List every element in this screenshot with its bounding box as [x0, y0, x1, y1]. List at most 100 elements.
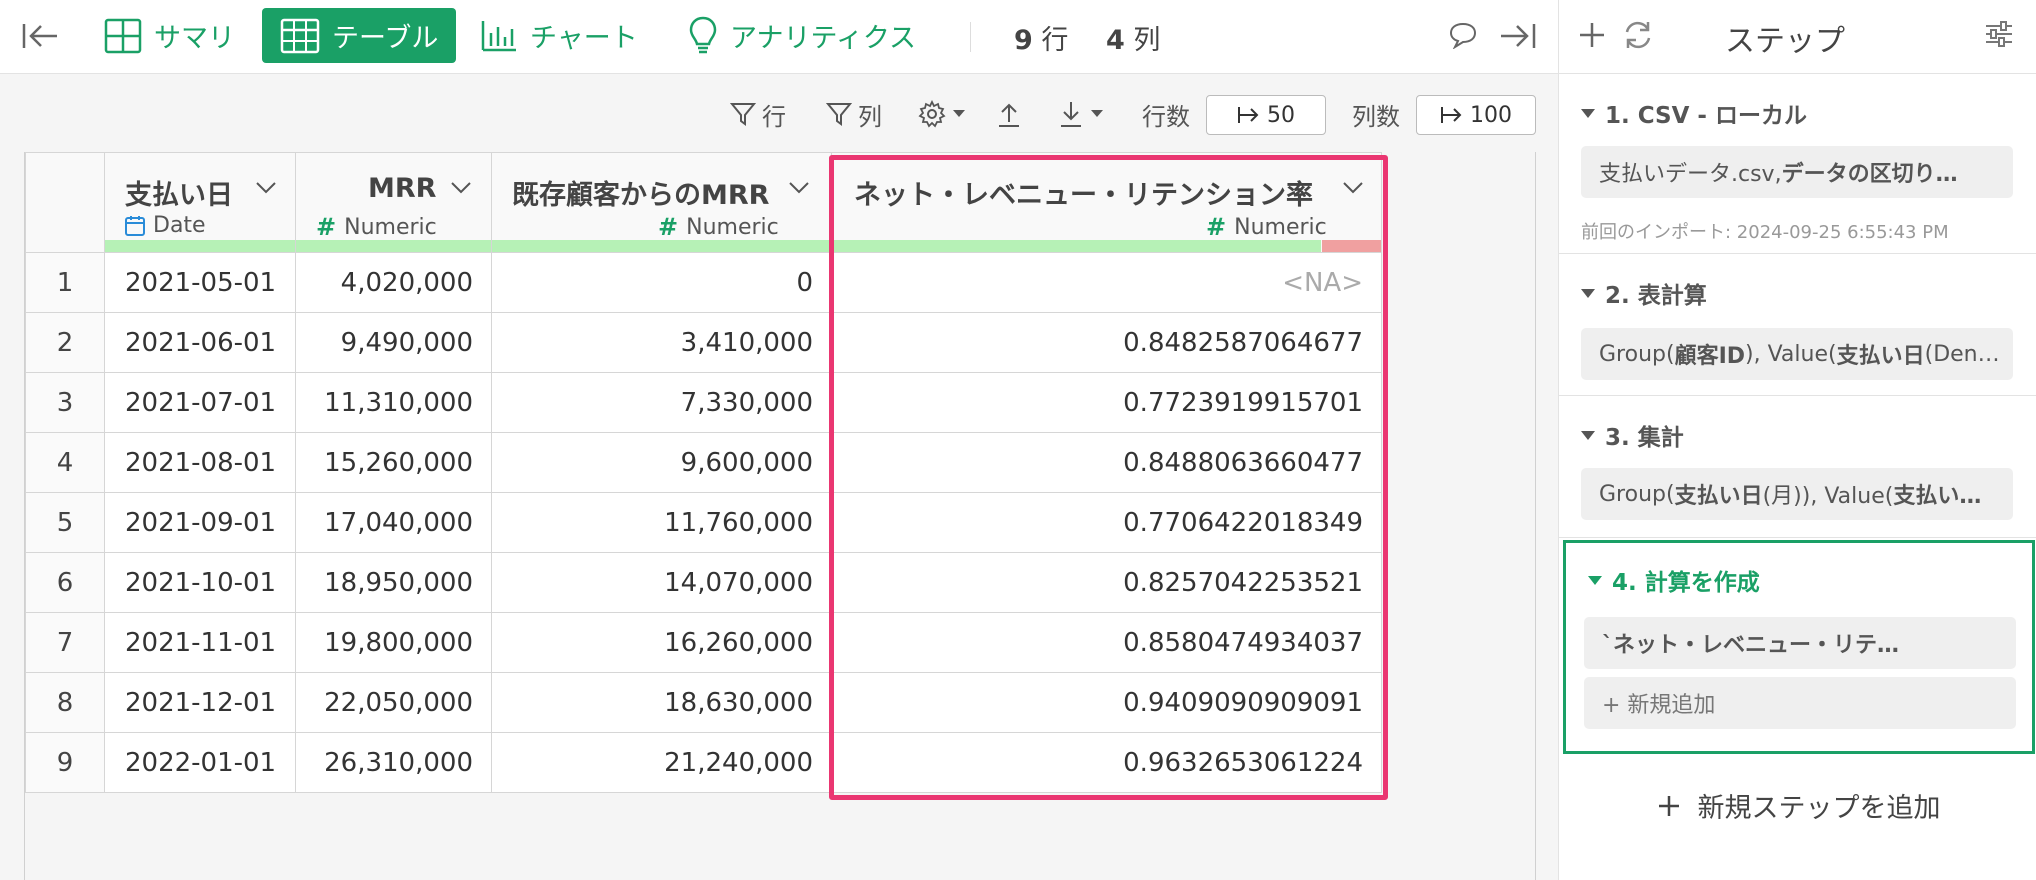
cell-nrr[interactable]: 0.8488063660477 — [831, 432, 1382, 493]
cell-nrr[interactable]: 0.7723919915701 — [831, 372, 1382, 433]
gear-icon — [918, 100, 946, 128]
column-type-label: Numeric — [686, 214, 779, 240]
table-header-row: 支払い日 Date MRR # Numeric 既存顧客からのMRR # Num… — [25, 152, 1382, 253]
cell-nrr[interactable]: 0.9409090909091 — [831, 672, 1382, 733]
step-body[interactable]: `ネット・レベニュー・リテ… — [1584, 617, 2016, 669]
tab-table[interactable]: テーブル — [262, 8, 457, 63]
cell-date[interactable]: 2021-05-01 — [104, 252, 296, 313]
cell-mrr[interactable]: 9,490,000 — [295, 312, 492, 373]
cell-mrr[interactable]: 22,050,000 — [295, 672, 492, 733]
row-number-cell[interactable]: 1 — [25, 252, 105, 313]
step-window-calc[interactable]: 2. 表計算 Group(顧客ID), Value(支払い日 (Den… — [1559, 254, 2036, 396]
step-title[interactable]: 3. 集計 — [1581, 418, 1684, 452]
cell-mrr[interactable]: 15,260,000 — [295, 432, 492, 493]
cell-nrr[interactable]: 0.8482587064677 — [831, 312, 1382, 373]
row-number-cell[interactable]: 5 — [25, 492, 105, 553]
cell-existing-mrr[interactable]: 11,760,000 — [491, 492, 832, 553]
tab-chart[interactable]: チャート — [462, 8, 656, 63]
comment-icon[interactable] — [1446, 18, 1480, 52]
column-header-nrr[interactable]: ネット・レベニュー・リテンション率 # Numeric — [831, 152, 1382, 253]
table-row: 7 2021-11-01 19,800,000 16,260,000 0.8580474… — [25, 612, 1382, 673]
cell-date[interactable]: 2022-01-01 — [104, 732, 296, 793]
row-number-cell[interactable]: 6 — [25, 552, 105, 613]
row-number-cell[interactable]: 3 — [25, 372, 105, 433]
step-title[interactable]: 2. 表計算 — [1581, 276, 1707, 310]
cell-mrr[interactable]: 17,040,000 — [295, 492, 492, 553]
chevron-down-icon[interactable] — [788, 181, 810, 195]
chevron-down-icon[interactable] — [255, 181, 277, 195]
cell-existing-mrr[interactable]: 3,410,000 — [491, 312, 832, 373]
data-table: 支払い日 Date MRR # Numeric 既存顧客からのMRR # Num… — [25, 152, 1382, 793]
tab-analytics[interactable]: アナリティクス — [670, 8, 934, 63]
settings-dropdown[interactable] — [918, 94, 966, 134]
sliders-icon[interactable] — [1983, 18, 2019, 54]
column-header-mrr[interactable]: MRR # Numeric — [295, 152, 492, 253]
cell-mrr[interactable]: 11,310,000 — [295, 372, 492, 433]
row-count-label: 行数 — [1142, 102, 1190, 131]
cell-date[interactable]: 2021-08-01 — [104, 432, 296, 493]
table-body: 1 2021-05-01 4,020,000 0 <NA> 2 2021-06-01 9,49… — [25, 252, 1382, 793]
cell-mrr[interactable]: 26,310,000 — [295, 732, 492, 793]
cell-nrr[interactable]: <NA> — [831, 252, 1382, 313]
step-body[interactable]: Group(支払い日 (月)), Value(支払い… — [1581, 468, 2013, 520]
step-title[interactable]: 1. CSV - ローカル — [1581, 96, 1807, 130]
cell-date[interactable]: 2021-07-01 — [104, 372, 296, 433]
row-number-cell[interactable]: 4 — [25, 432, 105, 493]
step-create-calculation[interactable]: 4. 計算を作成 `ネット・レベニュー・リテ… + 新規追加 — [1563, 540, 2035, 754]
step-body[interactable]: Group(顧客ID), Value(支払い日 (Den… — [1581, 328, 2013, 380]
download-icon — [1061, 102, 1081, 127]
collapse-left-icon[interactable] — [20, 16, 60, 56]
row-filter-label: 行 — [762, 102, 786, 131]
row-number-cell[interactable]: 7 — [25, 612, 105, 673]
cell-nrr[interactable]: 0.8257042253521 — [831, 552, 1382, 613]
cell-mrr[interactable]: 4,020,000 — [295, 252, 492, 313]
app-window: サマリ テーブル チャート アナリティクス 9 行 4 列 行 列 行数 50 … — [0, 0, 2036, 880]
row-number-cell[interactable]: 2 — [25, 312, 105, 373]
step-title[interactable]: 4. 計算を作成 — [1588, 563, 1760, 597]
cell-date[interactable]: 2021-12-01 — [104, 672, 296, 733]
cell-existing-mrr[interactable]: 0 — [491, 252, 832, 313]
cell-existing-mrr[interactable]: 18,630,000 — [491, 672, 832, 733]
add-step-button[interactable]: 新規ステップを追加 — [1559, 786, 2036, 825]
cell-existing-mrr[interactable]: 16,260,000 — [491, 612, 832, 673]
row-number-cell[interactable]: 8 — [25, 672, 105, 733]
cell-existing-mrr[interactable]: 9,600,000 — [491, 432, 832, 493]
cell-existing-mrr[interactable]: 14,070,000 — [491, 552, 832, 613]
column-header-existing-mrr[interactable]: 既存顧客からのMRR # Numeric — [491, 152, 832, 253]
tab-summary[interactable]: サマリ — [86, 8, 253, 63]
cell-nrr[interactable]: 0.9632653061224 — [831, 732, 1382, 793]
cell-existing-mrr[interactable]: 21,240,000 — [491, 732, 832, 793]
row-number-cell[interactable]: 9 — [25, 732, 105, 793]
tab-analytics-label: アナリティクス — [730, 23, 917, 54]
step-aggregate[interactable]: 3. 集計 Group(支払い日 (月)), Value(支払い… — [1559, 396, 2036, 538]
row-filter-button[interactable]: 行 — [730, 94, 786, 134]
cell-nrr[interactable]: 0.7706422018349 — [831, 492, 1382, 553]
download-dropdown[interactable] — [1058, 94, 1104, 134]
step-title-label: 3. 集計 — [1605, 425, 1684, 451]
cell-date[interactable]: 2021-11-01 — [104, 612, 296, 673]
cell-date[interactable]: 2021-10-01 — [104, 552, 296, 613]
chevron-down-icon[interactable] — [450, 181, 472, 195]
sort-up-button[interactable] — [996, 94, 1022, 134]
chevron-down-icon[interactable] — [1342, 181, 1364, 195]
step-body[interactable]: 支払いデータ.csv, データの区切り… — [1581, 146, 2013, 198]
cell-mrr[interactable]: 19,800,000 — [295, 612, 492, 673]
row-limit-input[interactable]: 50 — [1206, 95, 1326, 135]
add-icon[interactable] — [1575, 18, 1611, 54]
cell-date[interactable]: 2021-09-01 — [104, 492, 296, 553]
cell-mrr[interactable]: 18,950,000 — [295, 552, 492, 613]
step-csv-local[interactable]: 1. CSV - ローカル 支払いデータ.csv, データの区切り… 前回のイン… — [1559, 74, 2036, 254]
cell-existing-mrr[interactable]: 7,330,000 — [491, 372, 832, 433]
cell-date[interactable]: 2021-06-01 — [104, 312, 296, 373]
refresh-icon[interactable] — [1621, 18, 1657, 54]
data-grid: 支払い日 Date MRR # Numeric 既存顧客からのMRR # Num… — [24, 152, 1536, 880]
column-header-date[interactable]: 支払い日 Date — [104, 152, 296, 253]
column-type: Date — [125, 213, 206, 238]
col-filter-button[interactable]: 列 — [826, 94, 882, 134]
last-import-time: 前回のインポート: 2024-09-25 6:55:43 PM — [1581, 222, 1949, 243]
collapse-right-icon[interactable] — [1498, 16, 1538, 56]
col-limit-input[interactable]: 100 — [1416, 95, 1536, 135]
tab-chart-label: チャート — [530, 23, 638, 54]
cell-nrr[interactable]: 0.8580474934037 — [831, 612, 1382, 673]
add-new-button[interactable]: + 新規追加 — [1584, 677, 2016, 729]
